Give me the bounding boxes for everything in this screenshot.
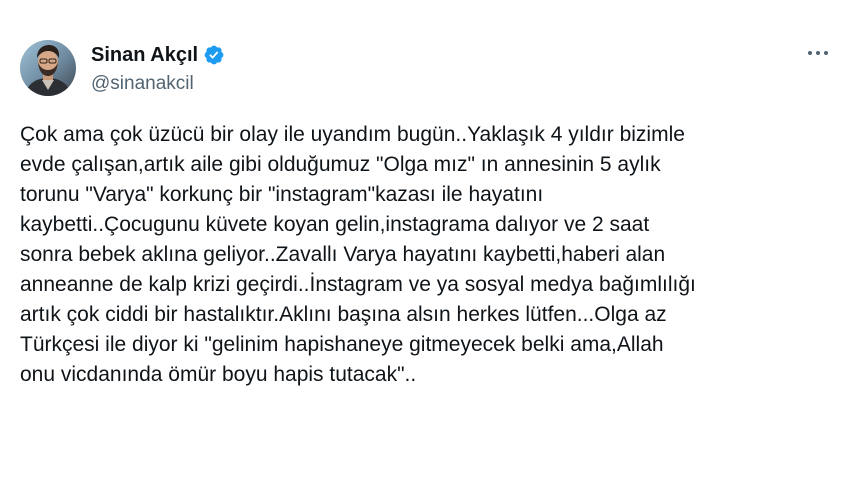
author-display-name[interactable]: Sinan Akçıl xyxy=(91,43,198,67)
tweet-text-line: onu vicdanında ömür boyu hapis tutacak".… xyxy=(20,363,417,386)
author-name-row: Sinan Akçıl xyxy=(91,43,225,67)
tweet-text-line: Türkçesi ile diyor ki "gelinim hapishane… xyxy=(20,333,664,356)
tweet-text-line: anneanne de kalp krizi geçirdi..İnstagra… xyxy=(20,273,696,296)
more-options-button[interactable] xyxy=(796,38,840,68)
avatar-image xyxy=(20,40,76,96)
verified-badge-icon xyxy=(203,44,225,66)
tweet-text: Çok ama çok üzücü bir olay ile uyandım b… xyxy=(20,120,842,390)
tweet-text-line: sonra bebek aklına geliyor..Zavallı Vary… xyxy=(20,243,666,266)
tweet-text-line: artık çok ciddi bir hastalıktır.Aklını b… xyxy=(20,303,667,326)
tweet-text-line: torunu "Varya" korkunç bir "instagram"ka… xyxy=(20,183,544,206)
tweet-text-line: evde çalışan,artık aile gibi olduğumuz "… xyxy=(20,153,661,176)
more-horizontal-icon xyxy=(806,51,830,55)
tweet-card: Sinan Akçıl @sinanakcil Çok ama çok üzüc… xyxy=(0,0,860,484)
avatar[interactable] xyxy=(20,40,76,96)
author-handle[interactable]: @sinanakcil xyxy=(91,72,194,96)
tweet-text-line: kaybetti..Çocugunu küvete koyan gelin,in… xyxy=(20,213,650,236)
tweet-text-line: Çok ama çok üzücü bir olay ile uyandım b… xyxy=(20,123,685,146)
